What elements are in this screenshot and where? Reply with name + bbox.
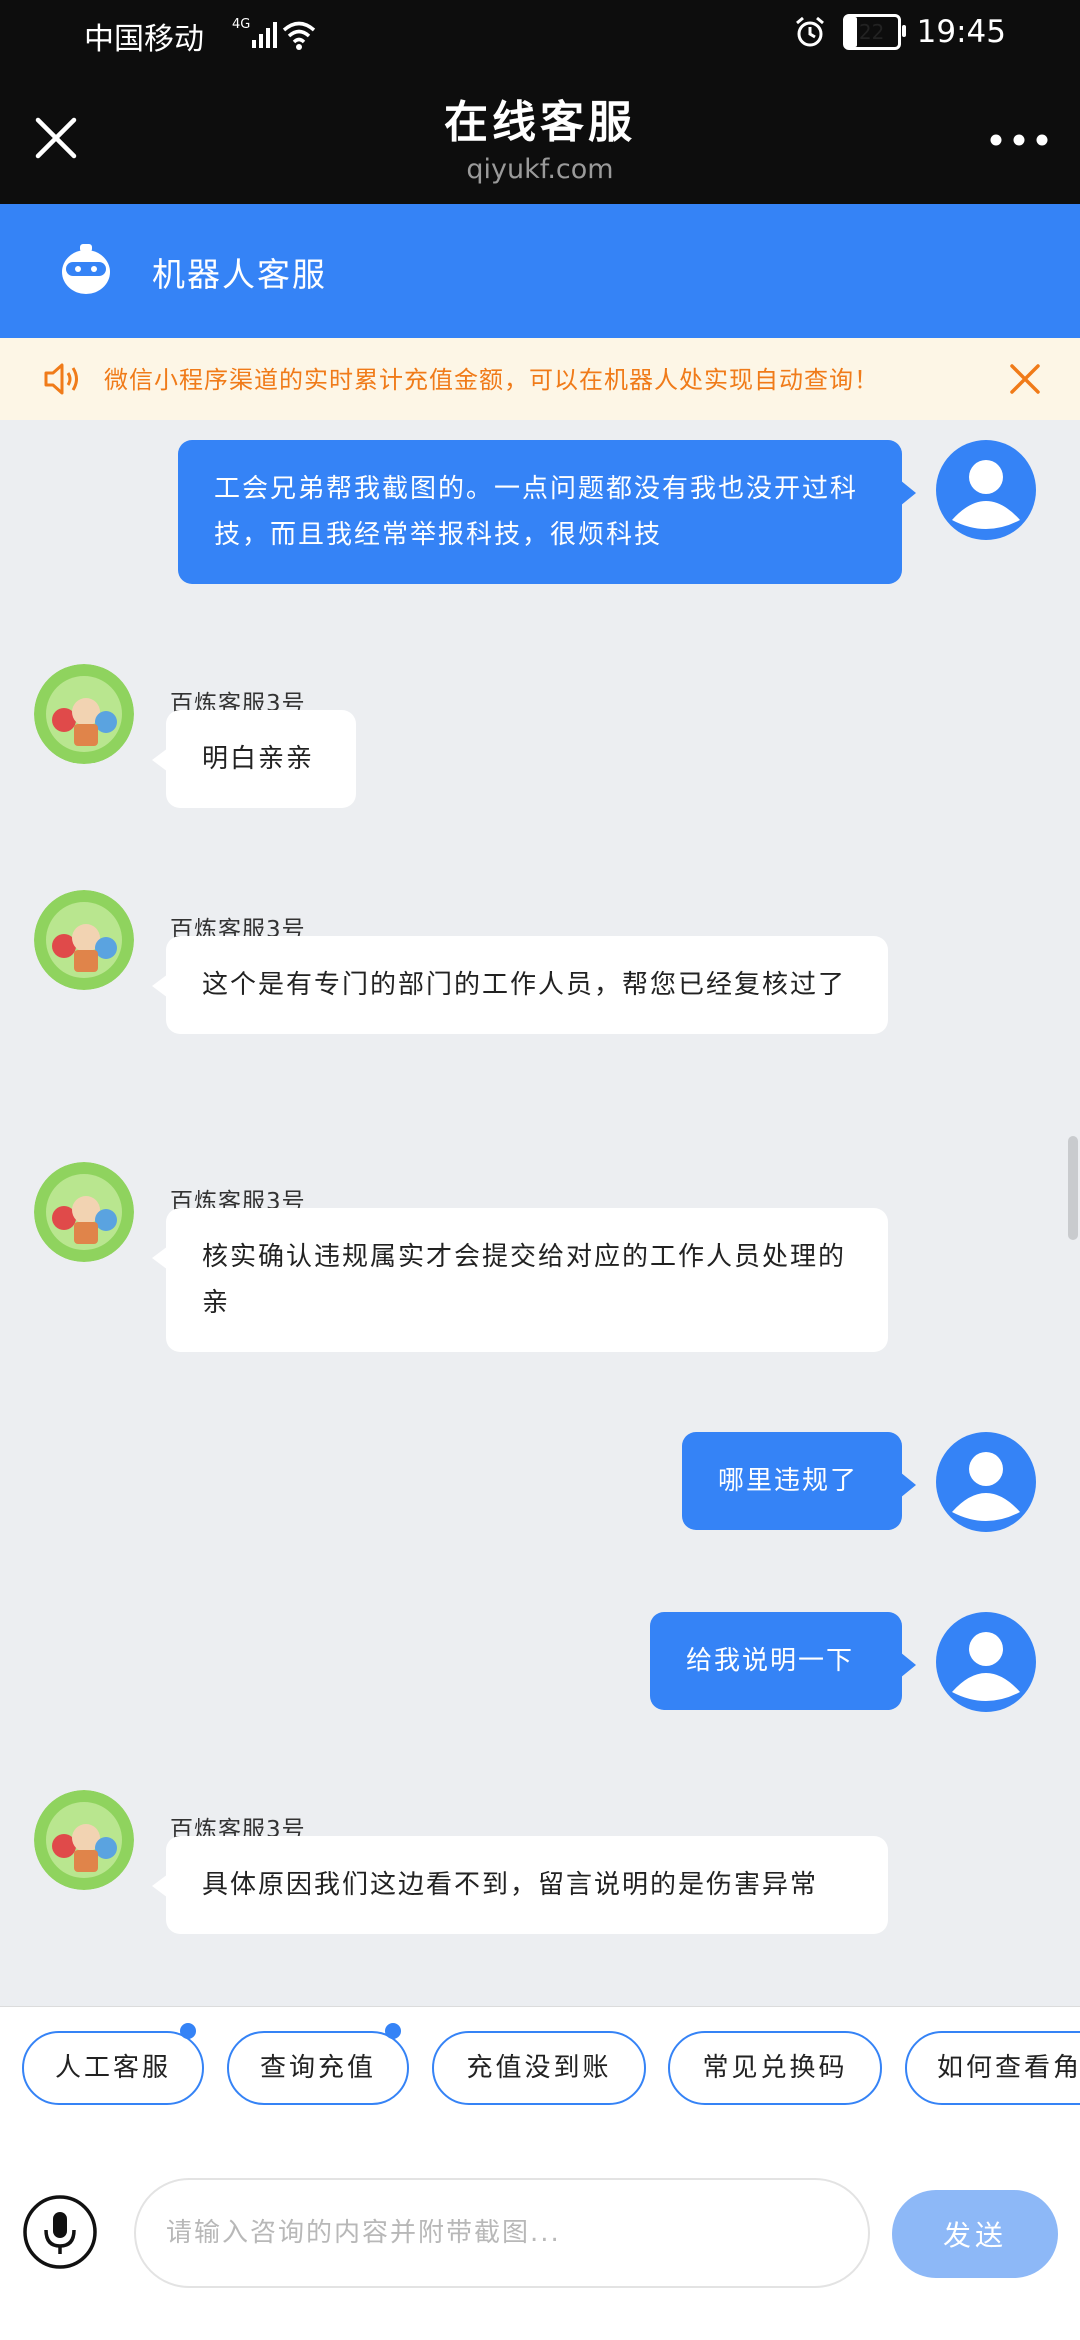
robot-icon	[62, 244, 110, 294]
send-button[interactable]: 发送	[892, 2190, 1058, 2278]
quick-reply-chip[interactable]: 人工客服	[22, 2023, 204, 2105]
quick-reply-chip[interactable]: 如何查看角	[905, 2031, 1080, 2105]
carrier-name: 中国移动	[84, 22, 204, 57]
quick-reply-label: 人工客服	[54, 2053, 171, 2083]
agent-avatar	[34, 664, 134, 764]
clock: 19:45	[916, 14, 1006, 50]
page-subtitle: qiyukf.com	[466, 154, 614, 185]
agent-message-bubble: 核实确认违规属实才会提交给对应的工作人员处理的亲	[152, 1208, 888, 1352]
chat-scrollbar[interactable]	[1068, 1136, 1078, 1240]
page-title: 在线客服	[444, 97, 636, 148]
microphone-icon[interactable]	[22, 2194, 98, 2270]
more-icon[interactable]	[984, 120, 1054, 160]
quick-reply-label: 如何查看角	[937, 2053, 1080, 2083]
agent-avatar	[34, 1162, 134, 1262]
chat-area[interactable]: 工会兄弟帮我截图的。一点问题都没有我也没开过科技，而且我经常举报科技，很烦科技 …	[0, 420, 1080, 2006]
network-type: 4G	[232, 17, 250, 32]
title-bar: 在线客服 qiyukf.com	[0, 72, 1080, 204]
agent-avatar	[34, 1790, 134, 1890]
agent-avatar	[34, 890, 134, 990]
user-avatar-icon	[936, 440, 1036, 540]
agent-message-bubble: 这个是有专门的部门的工作人员，帮您已经复核过了	[152, 936, 888, 1034]
status-bar: 中国移动 4G 22 19:45	[0, 0, 1080, 72]
user-message-bubble: 哪里违规了	[682, 1432, 916, 1530]
quick-reply-chip[interactable]: 常见兑换码	[668, 2031, 882, 2105]
status-right: 22 19:45	[793, 14, 1006, 50]
quick-reply-label: 查询充值	[259, 2053, 376, 2083]
notice-close-icon[interactable]	[1006, 360, 1044, 398]
quick-reply-label: 充值没到账	[466, 2053, 612, 2083]
agent-message-bubble: 明白亲亲	[152, 710, 356, 808]
agent-name: 机器人客服	[152, 255, 327, 294]
signal-wifi-icon: 4G	[232, 17, 316, 50]
quick-reply-label: 常见兑换码	[702, 2053, 848, 2083]
battery-level: 22	[858, 20, 885, 44]
user-avatar-icon	[936, 1432, 1036, 1532]
agent-message-bubble: 具体原因我们这边看不到，留言说明的是伤害异常	[152, 1836, 888, 1934]
notice-banner: 微信小程序渠道的实时累计充值金额，可以在机器人处实现自动查询！	[0, 338, 1080, 420]
new-indicator-dot	[385, 2023, 401, 2039]
quick-reply-chip[interactable]: 充值没到账	[432, 2031, 646, 2105]
speaker-icon	[44, 363, 78, 395]
user-avatar-icon	[936, 1612, 1036, 1712]
quick-reply-bar[interactable]: 人工客服 查询充值 充值没到账 常见兑换码 如何查看角	[0, 2006, 1080, 2130]
user-message-bubble: 给我说明一下	[650, 1612, 916, 1710]
message-input[interactable]	[134, 2178, 870, 2288]
notice-text: 微信小程序渠道的实时累计充值金额，可以在机器人处实现自动查询！	[104, 366, 879, 394]
user-message-bubble: 工会兄弟帮我截图的。一点问题都没有我也没开过科技，而且我经常举报科技，很烦科技	[178, 440, 916, 584]
input-bar: 发送	[0, 2128, 1080, 2340]
new-indicator-dot	[180, 2023, 196, 2039]
battery-icon: 22	[842, 14, 906, 50]
agent-header: 机器人客服	[0, 204, 1080, 338]
quick-reply-chip[interactable]: 查询充值	[227, 2023, 409, 2105]
alarm-icon	[795, 16, 824, 47]
